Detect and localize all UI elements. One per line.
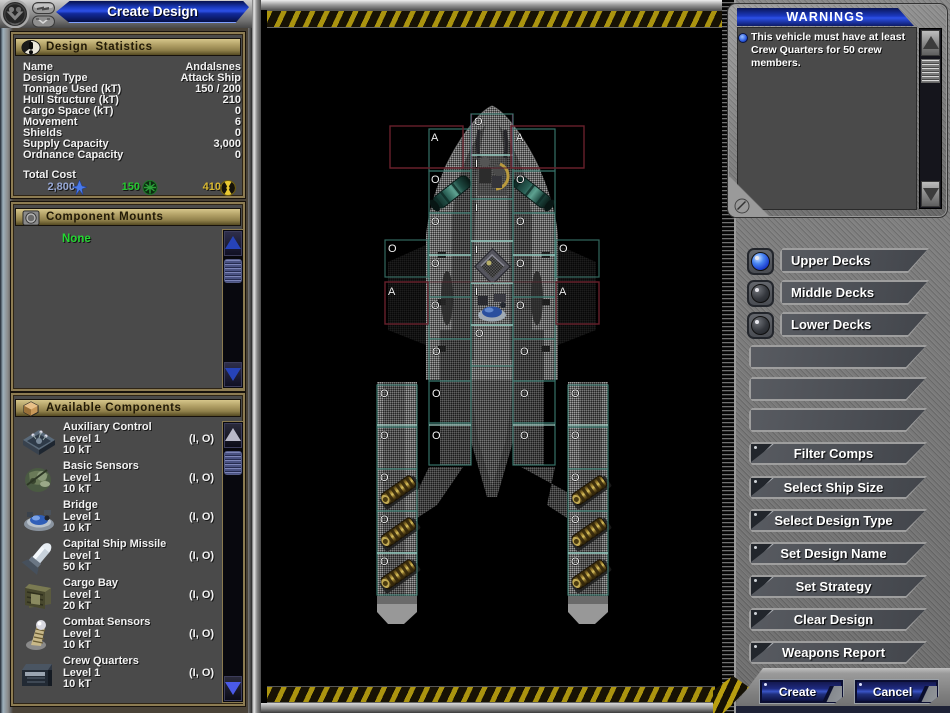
svg-text:O: O [432, 430, 441, 442]
svg-text:O: O [431, 258, 440, 270]
svg-text:O: O [380, 472, 389, 484]
svg-text:A: A [388, 286, 396, 298]
svg-text:A: A [431, 132, 439, 144]
svg-text:O: O [516, 174, 525, 186]
svg-text:I: I [475, 202, 478, 214]
svg-text:O: O [571, 514, 580, 526]
svg-text:O: O [571, 430, 580, 442]
svg-text:O: O [516, 216, 525, 228]
svg-text:O: O [380, 514, 389, 526]
svg-text:O: O [432, 346, 441, 358]
svg-text:O: O [516, 258, 525, 270]
svg-text:I: I [475, 158, 478, 170]
svg-text:I: I [475, 286, 478, 298]
svg-text:O: O [388, 243, 397, 255]
svg-text:O: O [516, 300, 525, 312]
svg-text:O: O [571, 556, 580, 568]
svg-text:O: O [380, 430, 389, 442]
svg-text:I: I [475, 244, 478, 256]
svg-text:O: O [571, 388, 580, 400]
svg-text:O: O [474, 116, 483, 128]
svg-text:O: O [571, 472, 580, 484]
svg-text:O: O [520, 346, 529, 358]
svg-text:O: O [431, 300, 440, 312]
svg-text:O: O [432, 388, 441, 400]
svg-text:O: O [475, 328, 484, 340]
svg-text:O: O [431, 216, 440, 228]
svg-text:A: A [516, 132, 524, 144]
svg-text:A: A [559, 286, 567, 298]
svg-text:O: O [559, 243, 568, 255]
svg-text:O: O [431, 174, 440, 186]
svg-text:O: O [520, 388, 529, 400]
svg-text:O: O [520, 430, 529, 442]
svg-text:O: O [380, 556, 389, 568]
svg-text:O: O [380, 388, 389, 400]
